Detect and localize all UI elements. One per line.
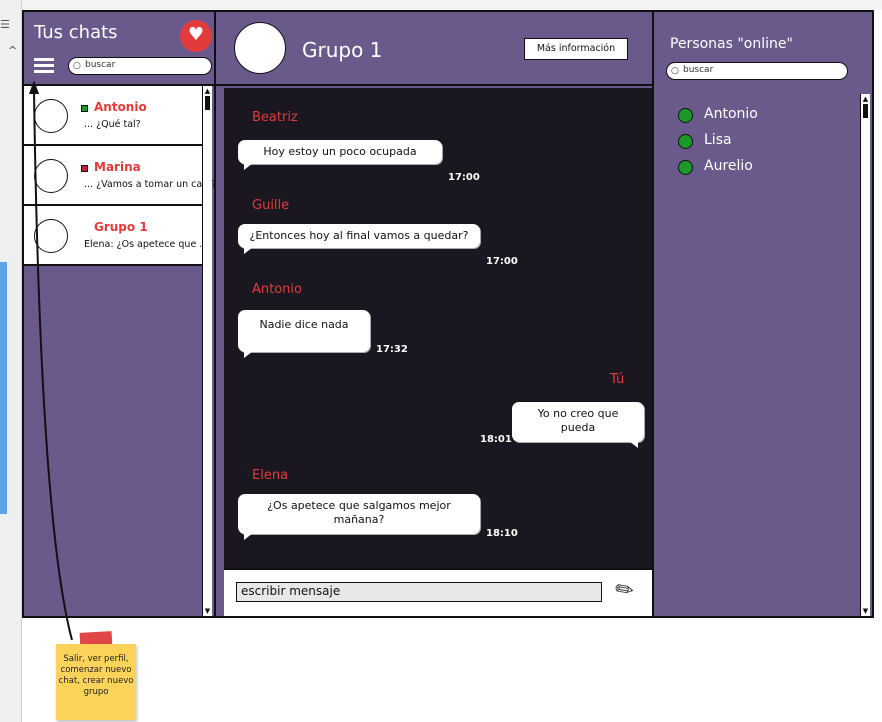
chat-last-message: ... ¿Qué tal? (84, 119, 141, 130)
chat-search-placeholder: buscar (85, 60, 116, 70)
scroll-thumb[interactable] (863, 104, 868, 118)
chats-sidebar: Tus chats ♥ ○ buscar Antonio ... ¿Qué ta… (24, 12, 216, 616)
chat-list: Antonio ... ¿Qué tal? Marina ... ¿Vamos … (24, 86, 216, 266)
online-status-icon (678, 108, 693, 123)
chat-last-message: ... ¿Vamos a tomar un café? (84, 179, 217, 190)
avatar (34, 99, 68, 133)
message-time: 17:00 (448, 172, 480, 183)
message-bubble: ¿Os apetece que salgamos mejor mañana? (238, 494, 480, 540)
message-sender: Beatriz (252, 110, 298, 125)
online-title: Personas "online" (670, 36, 793, 52)
sidebar-header: Tus chats ♥ ○ buscar (24, 12, 214, 86)
online-search-input[interactable]: ○ buscar (666, 62, 848, 80)
conversation-header: Grupo 1 Más información (216, 12, 652, 86)
online-scrollbar[interactable]: ▲ ▼ (860, 94, 870, 616)
chat-last-message: Elena: ¿Os apetece que ... (84, 239, 209, 250)
message-bubble: Nadie dice nada (238, 310, 370, 358)
person-name: Aurelio (704, 158, 753, 174)
chat-app-window: Tus chats ♥ ○ buscar Antonio ... ¿Qué ta… (22, 10, 874, 618)
scroll-down-icon[interactable]: ▼ (861, 607, 870, 615)
message-bubble: Hoy estoy un poco ocupada (238, 140, 442, 170)
message-input[interactable]: escribir mensaje (236, 582, 602, 602)
message-sender-self: Tú (610, 372, 625, 387)
status-dot-busy (81, 165, 88, 172)
message-bubble: ¿Entonces hoy al final vamos a quedar? (238, 224, 480, 254)
scroll-down-icon[interactable]: ▼ (203, 607, 212, 615)
message-sender: Elena (252, 468, 289, 483)
chat-list-item[interactable]: Antonio ... ¿Qué tal? (24, 86, 212, 146)
selection-indicator (0, 262, 7, 514)
group-title: Grupo 1 (302, 38, 383, 62)
search-icon: ○ (671, 66, 679, 76)
collapse-caret-icon[interactable]: ^ (8, 44, 17, 57)
message-sender: Antonio (252, 282, 302, 297)
person-name: Lisa (704, 132, 732, 148)
chat-list-item[interactable]: Grupo 1 Elena: ¿Os apetece que ... (24, 206, 212, 266)
more-info-button[interactable]: Más información (524, 38, 628, 60)
hamburger-icon[interactable] (34, 58, 54, 74)
scroll-up-icon[interactable]: ▲ (861, 95, 870, 103)
sticky-note: Salir, ver perfil, comenzar nuevo chat, … (56, 644, 136, 720)
online-status-icon (678, 134, 693, 149)
editor-left-rail: ☰ ^ (0, 0, 22, 722)
heart-chevron-icon[interactable]: ♥ (180, 20, 212, 52)
chat-list-item[interactable]: Marina ... ¿Vamos a tomar un café? (24, 146, 216, 206)
message-time: 18:01 (480, 434, 512, 445)
search-icon: ○ (73, 61, 81, 71)
message-time: 17:32 (376, 344, 408, 355)
chat-search-input[interactable]: ○ buscar (68, 57, 212, 75)
chat-name: Grupo 1 (94, 220, 148, 234)
chat-name: Antonio (94, 100, 147, 114)
avatar (34, 159, 68, 193)
drag-handle-icon[interactable]: ☰ (0, 18, 10, 31)
group-avatar[interactable] (234, 22, 286, 74)
paperclip-icon[interactable]: ✎ (610, 575, 639, 606)
scroll-up-icon[interactable]: ▲ (203, 87, 212, 95)
online-status-icon (678, 160, 693, 175)
message-time: 17:00 (486, 256, 518, 267)
sidebar-title: Tus chats (34, 22, 118, 43)
message-composer: escribir mensaje ✎ (224, 568, 652, 616)
message-area: Beatriz Hoy estoy un poco ocupada 17:00 … (224, 88, 652, 568)
person-name: Antonio (704, 106, 758, 122)
avatar (34, 219, 68, 253)
scroll-thumb[interactable] (205, 96, 210, 110)
online-search-placeholder: buscar (683, 65, 714, 75)
conversation-panel: Grupo 1 Más información Beatriz Hoy esto… (216, 12, 654, 616)
message-sender: Guille (252, 198, 290, 213)
chat-name: Marina (94, 160, 141, 174)
editor-top-bar (22, 0, 882, 10)
message-bubble-self: Yo no creo que pueda (512, 402, 644, 448)
online-panel: Personas "online" ○ buscar Antonio Lisa … (654, 12, 872, 616)
message-time: 18:10 (486, 528, 518, 539)
status-dot-online (81, 105, 88, 112)
sidebar-scrollbar[interactable]: ▲ ▼ (202, 86, 212, 616)
